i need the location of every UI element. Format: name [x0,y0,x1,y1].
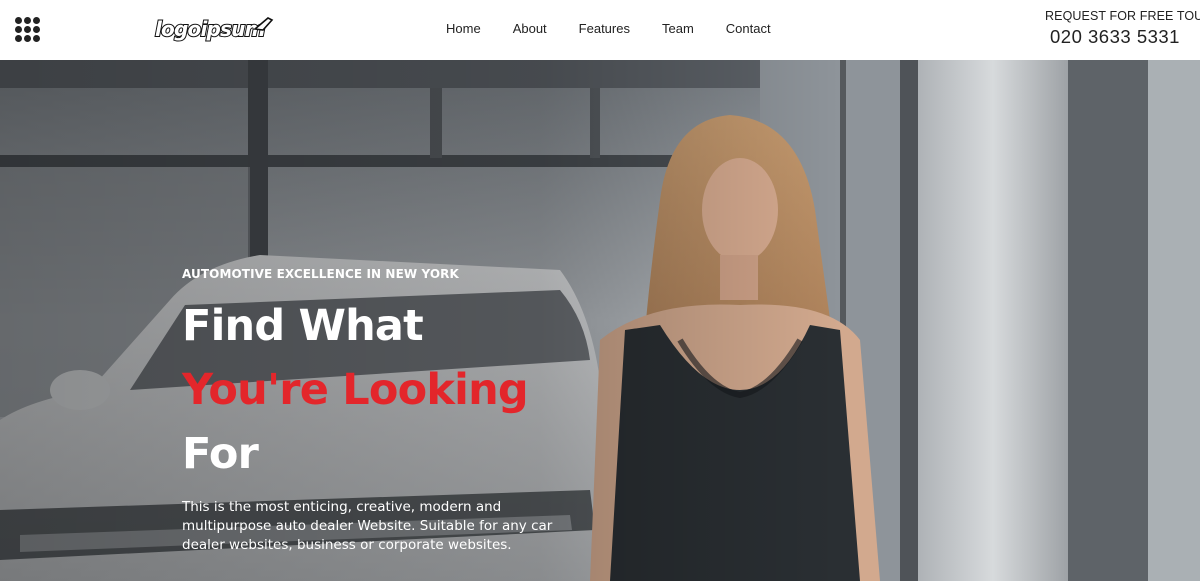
nav-about[interactable]: About [497,20,563,38]
hero-section: AUTOMOTIVE EXCELLENCE IN NEW YORK Find W… [0,60,1200,581]
tour-label[interactable]: REQUEST FOR FREE TOUR [1045,8,1200,24]
nav-contact[interactable]: Contact [710,20,787,38]
logo-swoosh-icon [253,17,274,31]
grid-dots-icon[interactable] [15,17,41,43]
nav-features[interactable]: Features [563,20,646,38]
headline-line-2: You're Looking [182,365,529,415]
phone-number[interactable]: 020 3633 5331 [1045,24,1185,50]
hero-content: AUTOMOTIVE EXCELLENCE IN NEW YORK Find W… [182,266,582,555]
hero-description: This is the most enticing, creative, mod… [182,499,553,553]
headline-line-3: For [182,429,259,479]
site-header: logoipsum Home About Features Team Conta… [0,0,1200,60]
free-tour-block: REQUEST FOR FREE TOUR 020 3633 5331 [1045,8,1200,50]
hero-eyebrow: AUTOMOTIVE EXCELLENCE IN NEW YORK [182,267,459,281]
main-nav: Home About Features Team Contact [430,20,787,38]
nav-home[interactable]: Home [430,20,497,38]
headline-line-1: Find What [182,301,424,351]
nav-team[interactable]: Team [646,20,710,38]
hero-overlay [0,60,1200,581]
hero-headline: Find What You're Looking For [182,294,582,486]
